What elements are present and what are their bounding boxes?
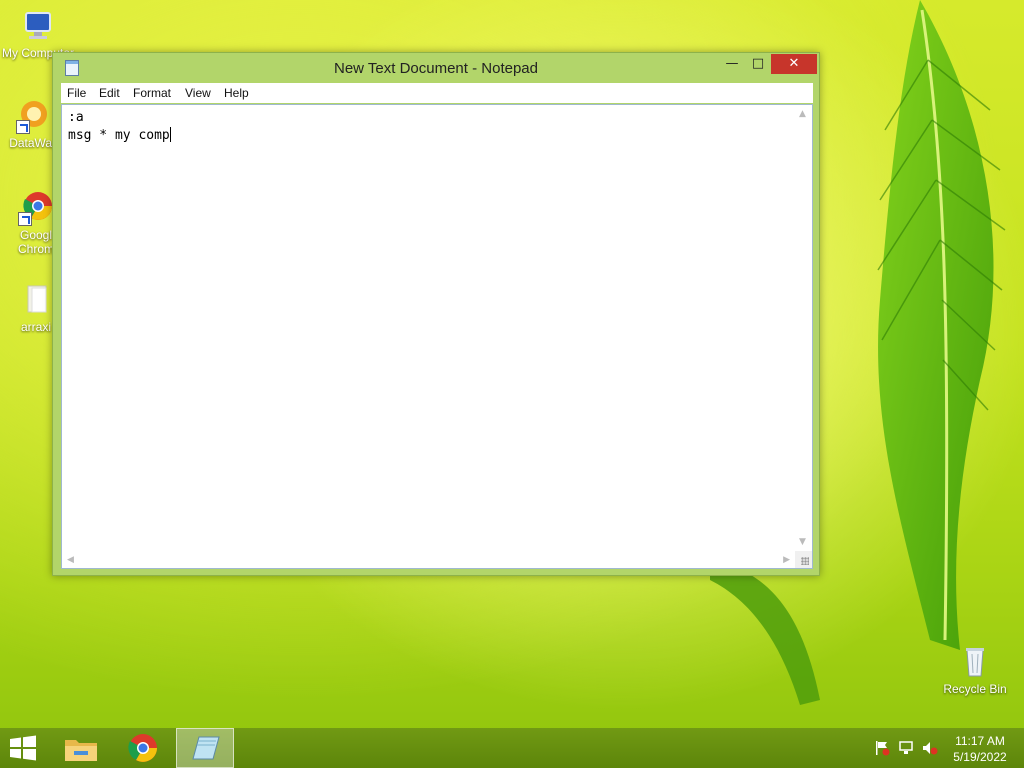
taskbar-file-explorer[interactable] [52,728,110,768]
datawag-shortcut-icon [16,98,52,134]
windows-logo-icon [10,735,36,761]
clock-date: 5/19/2022 [953,750,1007,764]
menu-file[interactable]: File [67,86,86,100]
scroll-right-icon[interactable]: ▶ [783,555,790,565]
menu-bar: File Edit Format View Help [61,83,813,103]
close-button[interactable]: ✕ [771,54,817,74]
vertical-scrollbar[interactable]: ▲ ▼ [795,105,812,551]
text-editor[interactable]: :a msg * my comp ▲ ▼ ◀ ▶ [61,104,813,569]
text-content[interactable]: :a msg * my comp [68,109,794,550]
menu-help[interactable]: Help [224,86,249,100]
action-center-flag-icon[interactable] [874,740,890,756]
taskbar-notepad[interactable] [176,728,234,768]
recycle-bin-icon [957,644,993,680]
chrome-icon [128,734,157,762]
system-clock[interactable]: 11:17 AM 5/19/2022 [944,733,1016,765]
scroll-down-icon[interactable]: ▼ [799,537,806,547]
shortcut-arrow-icon [18,212,32,226]
text-caret [169,127,171,142]
text-line: :a [68,110,84,125]
desktop-icon-recycle-bin[interactable]: Recycle Bin [937,644,1013,696]
window-title: New Text Document - Notepad [334,60,538,77]
folder-icon [18,282,54,318]
start-button[interactable] [8,735,38,761]
menu-format[interactable]: Format [133,86,171,100]
desktop-icon-label: arraxi [20,320,51,334]
taskbar-google-chrome[interactable] [114,728,172,768]
title-bar[interactable]: New Text Document - Notepad — □ ✕ [53,53,819,83]
scroll-left-icon[interactable]: ◀ [67,555,74,565]
maximize-button[interactable]: □ [745,54,771,74]
folder-icon [65,740,97,761]
scroll-up-icon[interactable]: ▲ [799,109,806,119]
network-icon[interactable] [898,740,914,756]
minimize-button[interactable]: — [719,54,745,74]
shortcut-arrow-icon [16,120,30,134]
desktop-icon-label: Recycle Bin [943,682,1007,696]
menu-view[interactable]: View [185,86,211,100]
computer-icon [20,8,56,44]
notepad-window[interactable]: New Text Document - Notepad — □ ✕ File E… [52,52,820,576]
taskbar: 11:17 AM 5/19/2022 [0,728,1024,768]
volume-muted-icon[interactable] [922,740,938,756]
horizontal-scrollbar[interactable]: ◀ ▶ [62,551,795,568]
clock-time: 11:17 AM [955,734,1005,748]
notepad-icon [192,736,220,760]
chrome-shortcut-icon [18,190,54,226]
resize-grip[interactable] [795,551,812,568]
text-line: msg * my comp [68,128,170,143]
menu-edit[interactable]: Edit [99,86,120,100]
